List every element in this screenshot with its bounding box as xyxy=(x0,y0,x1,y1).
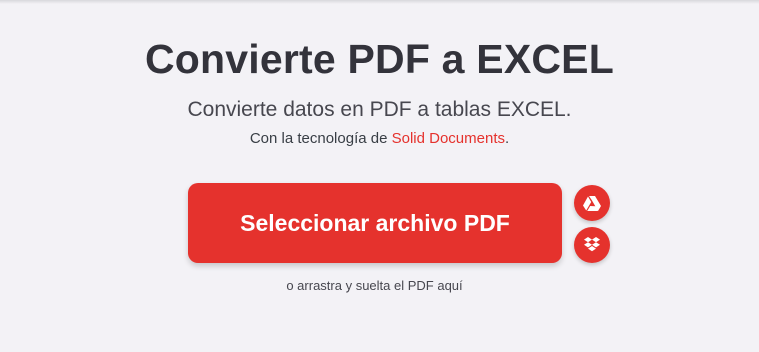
powered-by-text: Con la tecnología de Solid Documents. xyxy=(0,130,759,147)
powered-suffix: . xyxy=(505,130,510,147)
dropbox-icon xyxy=(584,236,600,251)
powered-prefix: Con la tecnología de xyxy=(249,130,392,147)
solid-documents-link[interactable]: Solid Documents xyxy=(392,130,505,147)
drag-drop-hint: o arrastra y suelta el PDF aquí xyxy=(286,278,463,293)
page-title: Convierte PDF a EXCEL xyxy=(145,36,614,82)
dropbox-button[interactable] xyxy=(574,227,610,263)
page-subtitle: Convierte datos en PDF a tablas EXCEL. xyxy=(187,98,572,121)
select-pdf-button[interactable]: Seleccionar archivo PDF xyxy=(188,183,562,263)
google-drive-icon xyxy=(583,196,601,211)
top-shadow xyxy=(0,0,759,4)
google-drive-button[interactable] xyxy=(574,185,610,221)
